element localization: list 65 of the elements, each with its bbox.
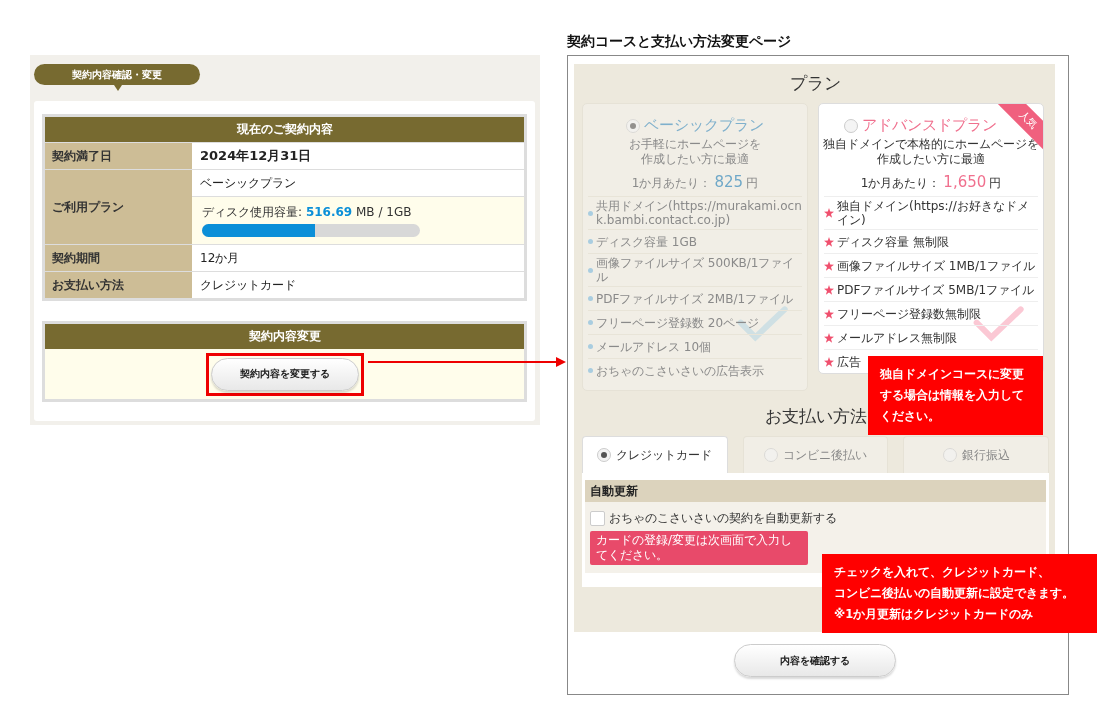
- feature-text: メールアドレス無制限: [837, 330, 957, 345]
- plan-name: ベーシックプラン: [644, 116, 764, 135]
- star-icon: [824, 208, 834, 218]
- price-currency: 円: [746, 175, 759, 192]
- info-note: カードの登録/変更は次画面で入力してください。: [590, 531, 808, 565]
- table-cell: クレジットカード: [192, 272, 524, 298]
- star-icon: [824, 236, 834, 247]
- feature-text: フリーページ登録数 20ページ: [596, 315, 760, 330]
- table-header: 現在のご契約内容: [45, 117, 524, 142]
- page-title: 契約コースと支払い方法変更ページ: [567, 33, 792, 51]
- star-icon: [824, 284, 834, 295]
- table-cell: ベーシックプラン: [192, 170, 524, 196]
- table-label: 契約期間: [45, 245, 192, 271]
- star-icon: [824, 308, 834, 319]
- dot-icon: [588, 344, 593, 349]
- plan-radio[interactable]: [843, 118, 858, 133]
- disk-usage-text: ディスク使用容量: 516.69 MB / 1GB: [202, 204, 413, 221]
- feature-text: 独自ドメイン(https://お好きなドメイン): [837, 199, 1030, 227]
- table-label: 契約満了日: [45, 143, 192, 169]
- annotation-tooltip: チェックを入れて、クレジットカード、 コンビニ後払いの自動更新に設定できます。 ※1か月更新はクレジットカードのみ: [822, 554, 1097, 633]
- feature-text: メールアドレス 10個: [596, 339, 712, 354]
- payment-tab[interactable]: クレジットカード: [582, 436, 728, 473]
- feature-text: 画像ファイルサイズ 500KB/1ファイル: [596, 256, 796, 284]
- price-value: 825: [714, 173, 744, 191]
- plan-radio[interactable]: [626, 118, 640, 133]
- dot-icon: [588, 296, 593, 301]
- feature-text: ディスク容量 無制限: [837, 234, 949, 249]
- feature-text: 広告: [837, 354, 861, 369]
- price-value: 1,650: [943, 173, 987, 191]
- price-currency: 円: [989, 175, 1002, 192]
- change-contract-button[interactable]: 契約内容を変更する: [210, 357, 359, 391]
- feature-text: PDFファイルサイズ 5MB/1ファイル: [837, 282, 1035, 297]
- price-label: 1か月あたり：: [631, 175, 712, 192]
- feature-text: 共用ドメイン(https://murakami.ocnk.bambi.contact.co.jp): [596, 199, 802, 227]
- plan-description: 独自ドメインで本格的にホームページを 作成したい方に最適: [823, 137, 1039, 167]
- table-label: お支払い方法: [45, 272, 192, 298]
- dot-icon: [588, 210, 593, 216]
- section-title: お支払い方法: [764, 405, 867, 428]
- table-label: ご利用プラン: [45, 170, 192, 244]
- panel-header: 自動更新: [585, 480, 1046, 502]
- feature-text: 画像ファイルサイズ 1MB/1ファイル: [837, 258, 1035, 273]
- table-cell: 12か月: [192, 245, 524, 271]
- plan-name: アドバンスドプラン: [861, 116, 997, 135]
- feature-text: フリーページ登録数無制限: [837, 306, 981, 321]
- table-header: 契約内容変更: [45, 324, 524, 349]
- dot-icon: [588, 267, 593, 273]
- feature-text: おちゃのこさいさいの広告表示: [596, 363, 764, 378]
- dot-icon: [588, 239, 593, 244]
- checkbox[interactable]: [590, 511, 605, 526]
- section-title: プラン: [790, 72, 841, 95]
- dot-icon: [588, 368, 593, 373]
- feature-text: PDFファイルサイズ 2MB/1ファイル: [596, 291, 794, 306]
- star-icon: [824, 356, 834, 367]
- plan-description: お手軽にホームページを 作成したい方に最適: [629, 137, 761, 167]
- confirm-button[interactable]: 内容を確認する: [733, 644, 896, 677]
- star-icon: [824, 260, 834, 271]
- pointer-icon: [114, 85, 122, 91]
- feature-text: ディスク容量 1GB: [596, 234, 697, 249]
- table-cell: 2024年12月31日: [192, 143, 524, 169]
- checkbox-label: おちゃのこさいさいの契約を自動更新する: [609, 510, 837, 527]
- star-icon: [824, 332, 834, 343]
- annotation-tooltip: 独自ドメインコースに変更 する場合は情報を入力して ください。: [868, 356, 1043, 435]
- section-heading: 契約内容確認・変更: [34, 64, 200, 85]
- dot-icon: [588, 320, 593, 325]
- price-label: 1か月あたり：: [860, 175, 941, 192]
